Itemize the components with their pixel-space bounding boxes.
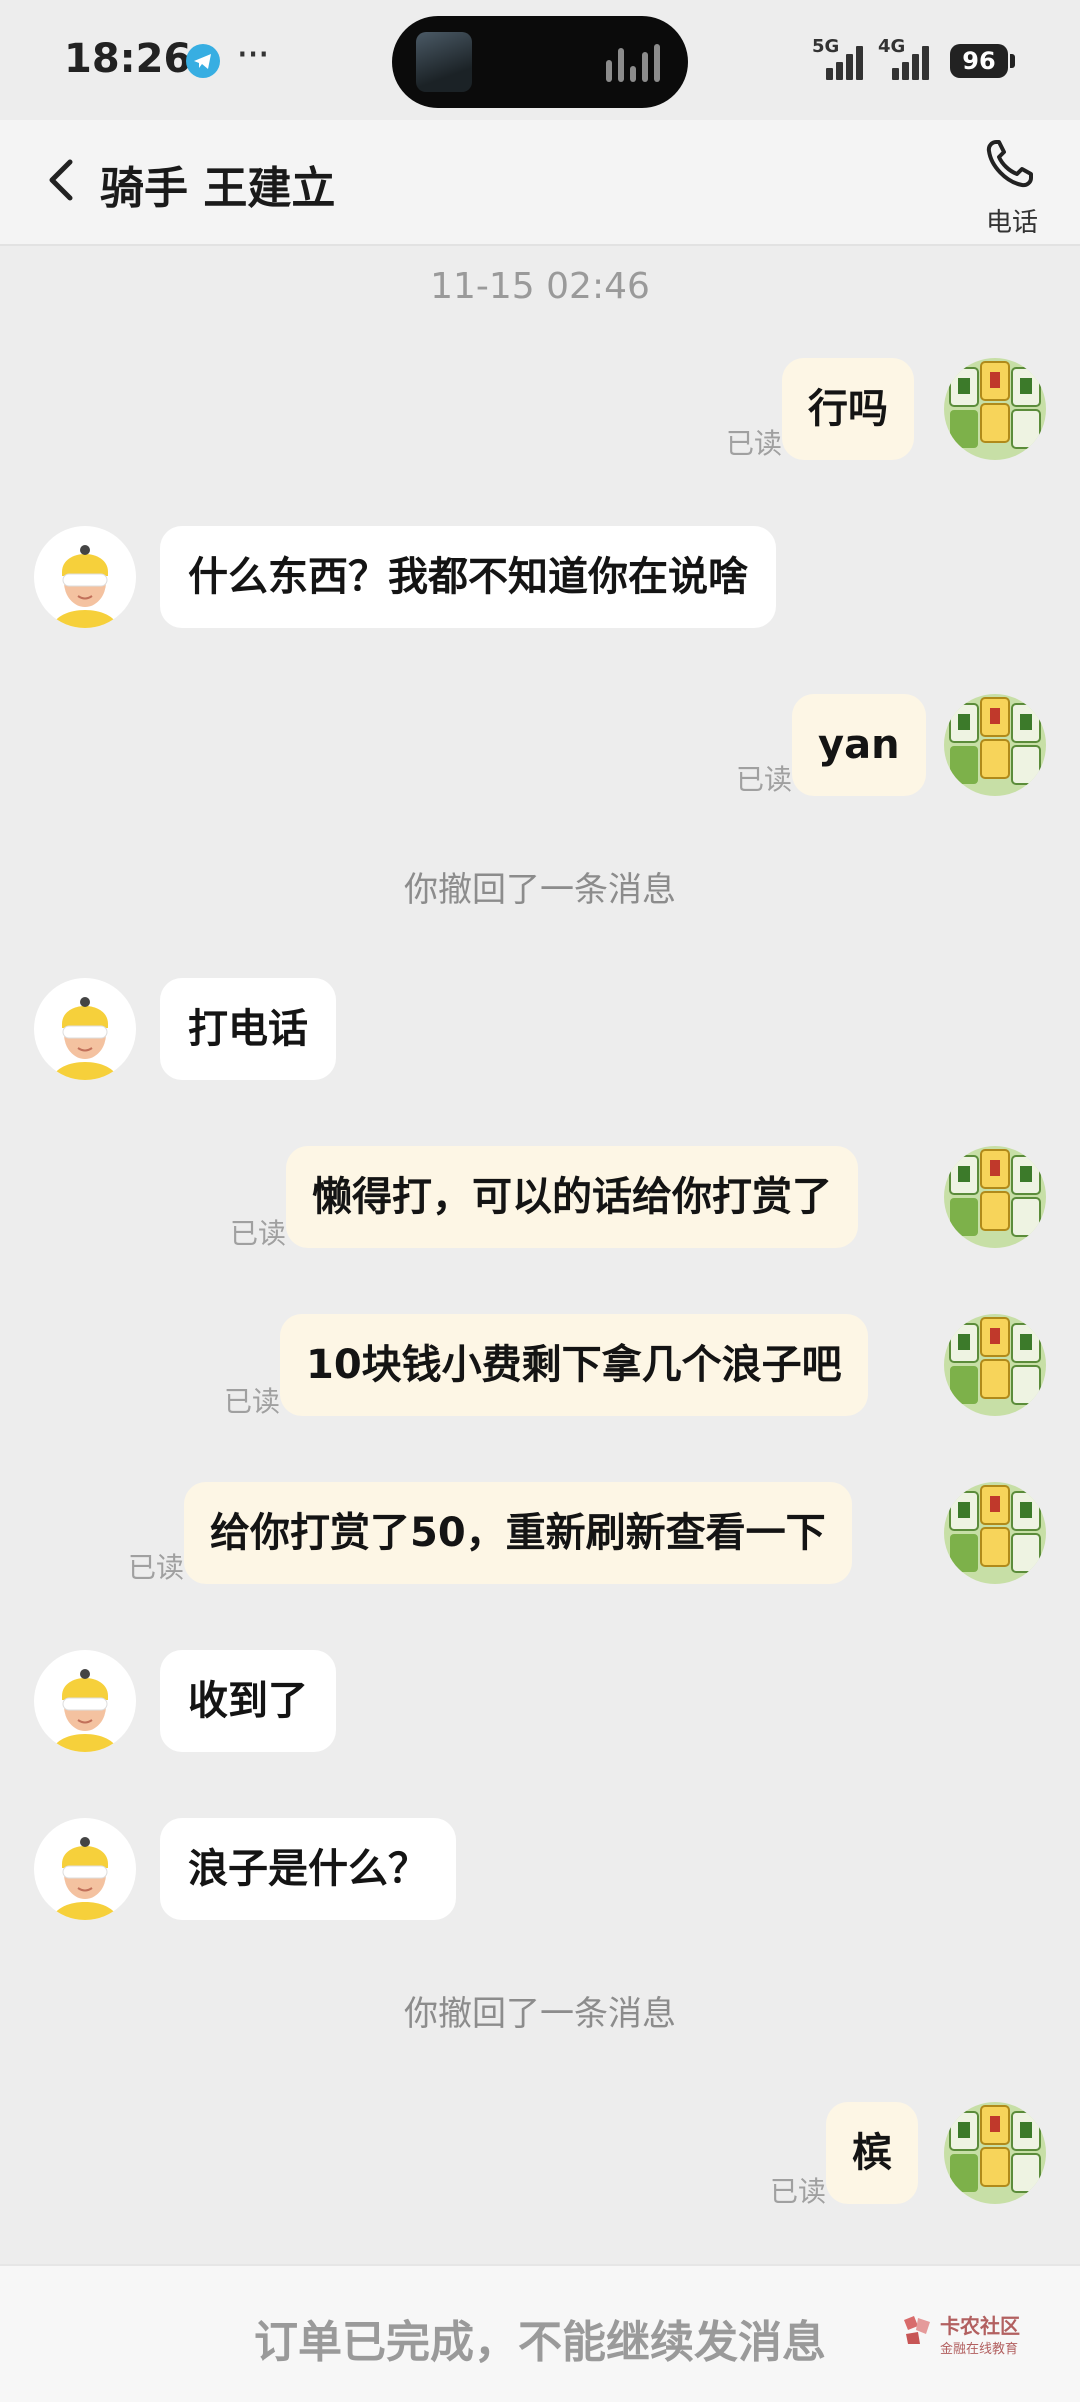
chat-title: 骑手 王建立: [100, 163, 336, 214]
incoming-message[interactable]: 收到了: [160, 1650, 336, 1752]
read-receipt: 已读: [230, 1217, 287, 1250]
my-avatar[interactable]: [944, 1314, 1046, 1416]
battery-icon: 96: [950, 44, 1008, 78]
rider-avatar[interactable]: [34, 1650, 136, 1752]
outgoing-message[interactable]: 给你打赏了50，重新刷新查看一下: [184, 1482, 852, 1584]
watermark-subtitle: 金融在线教育: [940, 2342, 1019, 2357]
status-bar: 18:26 ··· 5G 4G 96: [0, 0, 1080, 120]
my-avatar[interactable]: [944, 2102, 1046, 2204]
signal-4g-label: 4G: [878, 36, 906, 57]
read-receipt: 已读: [736, 763, 793, 796]
read-receipt: 已读: [726, 427, 783, 460]
signal-5g-label: 5G: [812, 36, 840, 57]
back-button[interactable]: [40, 156, 88, 204]
audio-wave-icon: [606, 44, 662, 82]
rider-avatar[interactable]: [34, 526, 136, 628]
my-avatar[interactable]: [944, 694, 1046, 796]
battery-level: 96: [962, 47, 996, 75]
call-button[interactable]: 电话: [972, 132, 1052, 238]
incoming-message[interactable]: 浪子是什么？: [160, 1818, 456, 1920]
outgoing-message[interactable]: 槟: [826, 2102, 918, 2204]
watermark-title: 卡农社区: [940, 2314, 1020, 2338]
my-avatar[interactable]: [944, 358, 1046, 460]
chat-timestamp: 11-15 02:46: [430, 266, 650, 307]
outgoing-message[interactable]: 10块钱小费剩下拿几个浪子吧: [280, 1314, 868, 1416]
outgoing-message[interactable]: 行吗: [782, 358, 914, 460]
signal-4g-icon: 4G: [878, 36, 938, 80]
incoming-message[interactable]: 打电话: [160, 978, 336, 1080]
outgoing-message[interactable]: yan: [792, 694, 926, 796]
read-receipt: 已读: [128, 1551, 185, 1584]
kanong-logo-icon: [904, 2316, 930, 2344]
chevron-left-icon: [49, 159, 73, 201]
chat-footer: 订单已完成，不能继续发消息 卡农社区 金融在线教育: [0, 2264, 1080, 2402]
rider-avatar[interactable]: [34, 978, 136, 1080]
phone-icon: [986, 140, 1033, 188]
call-label: 电话: [985, 208, 1038, 238]
my-avatar[interactable]: [944, 1482, 1046, 1584]
status-time: 18:26: [64, 36, 192, 82]
rider-avatar[interactable]: [34, 1818, 136, 1920]
telegram-icon: [186, 44, 220, 78]
media-thumbnail: [416, 32, 472, 92]
read-receipt: 已读: [770, 2175, 827, 2208]
my-avatar[interactable]: [944, 1146, 1046, 1248]
recall-notice: 你撤回了一条消息: [404, 870, 676, 910]
chat-header: 骑手 王建立 电话: [0, 120, 1080, 244]
recall-notice: 你撤回了一条消息: [404, 1994, 676, 2034]
incoming-message[interactable]: 什么东西？我都不知道你在说啥: [160, 526, 776, 628]
read-receipt: 已读: [224, 1385, 281, 1418]
dynamic-island[interactable]: [392, 16, 688, 108]
more-notifications-icon: ···: [236, 32, 270, 78]
signal-5g-icon: 5G: [812, 36, 872, 80]
outgoing-message[interactable]: 懒得打，可以的话给你打赏了: [286, 1146, 858, 1248]
header-divider: [0, 244, 1080, 246]
battery-tip: [1010, 54, 1015, 68]
watermark: 卡农社区 金融在线教育: [900, 2306, 1030, 2366]
